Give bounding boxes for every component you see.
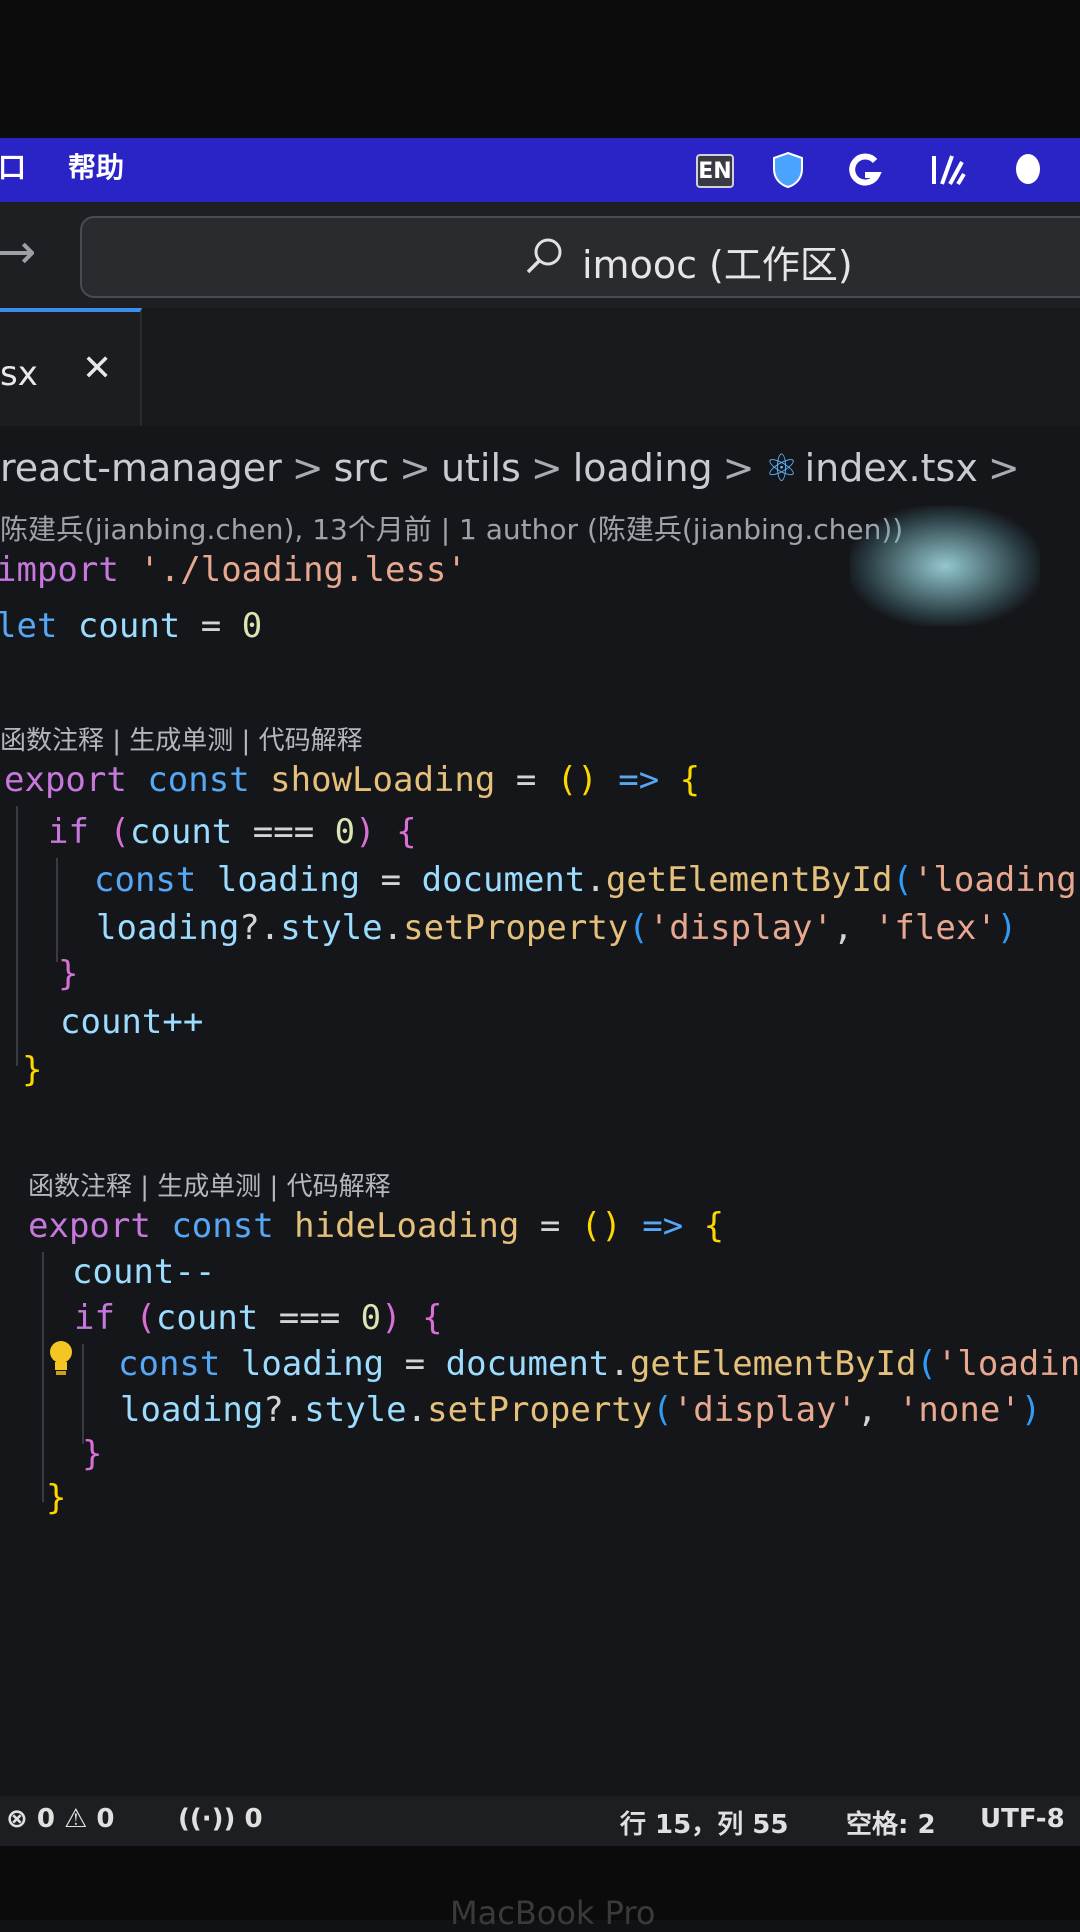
errors-indicator[interactable]: ⊗ 0 ⚠ 0: [6, 1804, 114, 1834]
code-line-let-count: let count = 0: [0, 606, 263, 646]
git-blame-line[interactable]: 陈建兵(jianbing.chen), 13个月前 | 1 author (陈建…: [0, 508, 903, 548]
code-line-close-if-hide: }: [82, 1434, 103, 1474]
breadcrumb-item-index-tsx[interactable]: index.tsx: [805, 446, 978, 490]
tab-label: sx: [0, 354, 38, 394]
code-line-export-hide: export const hideLoading = () => {: [28, 1206, 725, 1246]
error-count: 0: [36, 1804, 55, 1834]
tab-index-tsx[interactable]: sx ✕: [0, 308, 142, 426]
indentation-setting[interactable]: 空格: 2: [846, 1804, 936, 1841]
mac-menubar: 口 帮助 EN: [0, 138, 1080, 202]
breadcrumb-item-src[interactable]: src: [334, 446, 389, 490]
code-line-if-show: if (count === 0) {: [48, 812, 417, 852]
code-line-const-loading-hide: const loading = document.getElementById(…: [118, 1344, 1080, 1384]
screen-glare: [850, 506, 1040, 626]
code-line-set-none: loading?.style.setProperty('display', 'n…: [120, 1390, 1042, 1430]
laptop-brand-label: MacBook Pro: [450, 1894, 656, 1932]
breadcrumb-item-loading[interactable]: loading: [573, 446, 713, 490]
code-line-import: import './loading.less': [0, 550, 467, 590]
react-icon: ⚛: [764, 446, 799, 490]
input-source-badge[interactable]: EN: [696, 154, 734, 188]
g-app-icon[interactable]: [844, 150, 884, 190]
breadcrumb-separator: >: [399, 446, 431, 490]
indent-guide: [42, 1252, 44, 1502]
close-icon[interactable]: ✕: [82, 348, 112, 389]
indent-guide: [16, 806, 18, 1066]
codelens-actions[interactable]: 函数注释 | 生成单测 | 代码解释: [28, 1166, 391, 1203]
qq-penguin-icon[interactable]: [1008, 150, 1048, 190]
code-line-close-show: }: [22, 1050, 43, 1090]
code-line-if-hide: if (count === 0) {: [74, 1298, 443, 1338]
breadcrumb-separator: >: [722, 446, 755, 490]
forward-arrow-icon[interactable]: →: [0, 224, 36, 280]
shield-icon[interactable]: [768, 150, 808, 190]
broadcast-icon: ((·)): [178, 1804, 236, 1834]
breadcrumb-separator: >: [987, 446, 1020, 490]
error-icon: ⊗: [6, 1804, 28, 1834]
cursor-position[interactable]: 行 15，列 55: [620, 1804, 788, 1841]
code-line-count-dec: count--: [72, 1252, 216, 1292]
code-line-close-hide: }: [46, 1478, 67, 1518]
breadcrumb: react-manager > src > utils > loading > ⚛ index.t…: [0, 446, 1030, 490]
code-line-export-show: export const showLoading = () => {: [4, 760, 701, 800]
encoding-setting[interactable]: UTF-8: [980, 1804, 1065, 1834]
command-center-label: imooc (工作区): [582, 243, 853, 287]
breadcrumb-item-react-manager[interactable]: react-manager: [0, 446, 282, 490]
screen-bezel-bottom: MacBook Pro: [0, 1846, 1080, 1932]
search-icon: [526, 238, 562, 274]
breadcrumb-separator: >: [291, 446, 324, 490]
warning-icon: ⚠: [64, 1804, 88, 1834]
command-center[interactable]: imooc (工作区): [80, 216, 1080, 298]
indent-guide: [82, 1344, 84, 1444]
ports-count: 0: [244, 1804, 263, 1834]
code-line-count-inc: count++: [60, 1002, 204, 1042]
breadcrumb-separator: >: [530, 446, 563, 490]
status-bar: ⊗ 0 ⚠ 0 ((·)) 0 行 15，列 55 空格: 2 UTF-8: [0, 1796, 1080, 1846]
tab-bar: sx ✕: [0, 308, 1080, 426]
codelens-actions[interactable]: 函数注释 | 生成单测 | 代码解释: [0, 720, 363, 757]
code-line-close-if-show: }: [58, 954, 79, 994]
breadcrumb-item-utils[interactable]: utils: [441, 446, 521, 490]
ports-indicator[interactable]: ((·)) 0: [178, 1804, 263, 1834]
screen-bezel-top: [0, 0, 1080, 138]
indent-guide: [56, 858, 58, 962]
stripes-app-icon[interactable]: [928, 150, 968, 190]
code-line-set-flex: loading?.style.setProperty('display', 'f…: [96, 908, 1018, 948]
warning-count: 0: [96, 1804, 115, 1834]
code-editor[interactable]: react-manager > src > utils > loading > ⚛ index.t…: [0, 426, 1080, 1796]
title-bar: → imooc (工作区): [0, 202, 1080, 308]
menu-help[interactable]: 帮助: [68, 146, 124, 186]
menu-window[interactable]: 口: [0, 146, 26, 186]
code-line-const-loading-show: const loading = document.getElementById(…: [94, 860, 1080, 900]
lightbulb-icon[interactable]: [46, 1338, 76, 1378]
